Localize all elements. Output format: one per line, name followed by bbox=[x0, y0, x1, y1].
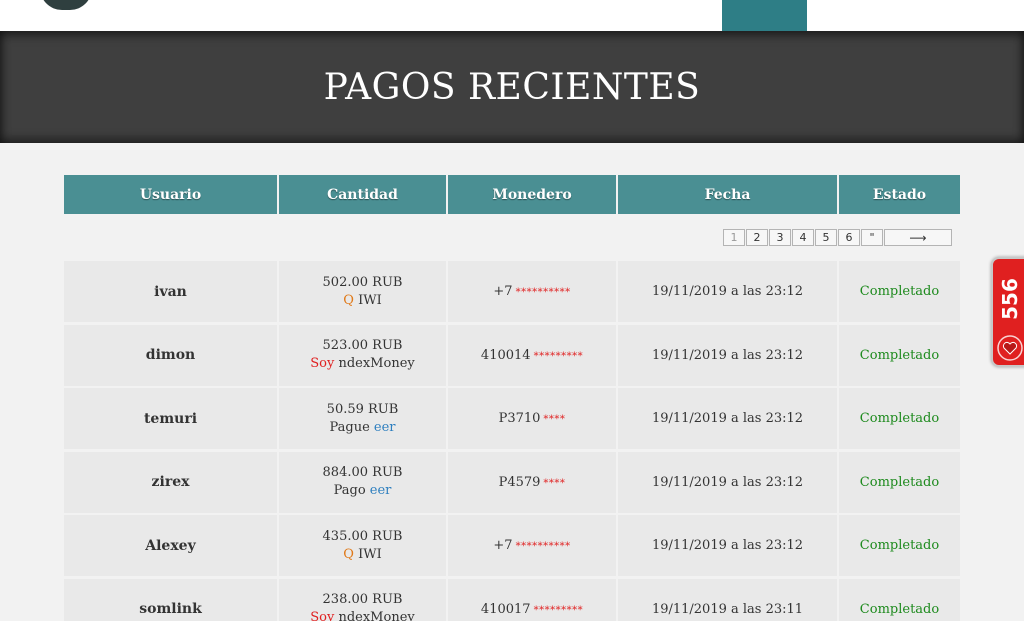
column-header-wallet: Monedero bbox=[448, 175, 618, 214]
cell-amount: 50.59 RUB Pague eer bbox=[279, 388, 448, 449]
table-header: Usuario Cantidad Monedero Fecha Estado bbox=[64, 175, 960, 214]
page-link-more[interactable]: " bbox=[861, 229, 883, 246]
site-logo[interactable] bbox=[40, 0, 100, 12]
payment-method-accent: Soy bbox=[310, 356, 335, 371]
payment-method: Pago eer bbox=[334, 482, 392, 500]
wallet-prefix: P3710 bbox=[498, 411, 541, 426]
payment-method-name: eer bbox=[369, 483, 392, 498]
page-title: PAGOS RECIENTES bbox=[323, 67, 701, 108]
badge-count: 556 bbox=[998, 278, 1022, 320]
page-link-3[interactable]: 3 bbox=[769, 229, 791, 246]
logo-mark-icon bbox=[40, 0, 92, 10]
cell-wallet: P3710 **** bbox=[448, 388, 618, 449]
cell-user: dimon bbox=[64, 324, 279, 386]
nav-item-active[interactable] bbox=[722, 0, 807, 31]
cell-amount: 523.00 RUB Soy ndexMoney bbox=[279, 324, 448, 386]
table-row: ivan 502.00 RUB Q IWI +7 ********** 19/11… bbox=[64, 261, 960, 322]
page-link-2[interactable]: 2 bbox=[746, 229, 768, 246]
table-row: somlink 238.00 RUB Soy ndexMoney 410017 *… bbox=[64, 578, 960, 621]
amount-value: 884.00 RUB bbox=[322, 465, 403, 480]
amount-value: 50.59 RUB bbox=[326, 401, 399, 417]
wallet-mask: ********* bbox=[533, 604, 584, 616]
wallet-prefix: P4579 bbox=[498, 474, 541, 490]
table-row: dimon 523.00 RUB Soy ndexMoney 410014 ***… bbox=[64, 324, 960, 386]
wallet-mask: **** bbox=[543, 477, 566, 489]
cell-date: 19/11/2019 a las 23:12 bbox=[618, 388, 839, 449]
wallet-prefix: +7 bbox=[493, 538, 513, 553]
cell-date: 19/11/2019 a las 23:12 bbox=[618, 324, 839, 386]
top-navigation-bar bbox=[0, 0, 1024, 31]
wallet-mask: ********* bbox=[533, 350, 584, 362]
wallet-mask: **** bbox=[543, 414, 566, 425]
cell-status: Completado bbox=[839, 324, 960, 386]
payment-method-name: IWI bbox=[353, 546, 382, 562]
column-header-status: Estado bbox=[839, 175, 960, 214]
page-link-6[interactable]: 6 bbox=[838, 229, 860, 246]
cell-date: 19/11/2019 a las 23:12 bbox=[618, 451, 839, 513]
payment-method-accent: Pago bbox=[333, 483, 370, 498]
cell-status: Completado bbox=[839, 261, 960, 322]
cell-date: 19/11/2019 a las 23:11 bbox=[618, 578, 839, 621]
pagination: 1 2 3 4 5 6 " ⟶ bbox=[723, 229, 952, 246]
column-header-date: Fecha bbox=[618, 175, 839, 214]
table-row: Alexey 435.00 RUB Q IWI +7 ********** 19/… bbox=[64, 515, 960, 576]
cell-wallet: +7 ********** bbox=[448, 515, 618, 576]
cell-user: ivan bbox=[64, 261, 279, 322]
cell-amount: 238.00 RUB Soy ndexMoney bbox=[279, 578, 448, 621]
heart-icon bbox=[997, 335, 1023, 361]
payment-method-accent: Pague bbox=[329, 419, 374, 435]
cell-date: 19/11/2019 a las 23:12 bbox=[618, 261, 839, 322]
wallet-mask: ********** bbox=[515, 541, 571, 552]
payment-method-name: ndexMoney bbox=[334, 610, 415, 621]
payments-table: ivan 502.00 RUB Q IWI +7 ********** 19/11… bbox=[64, 261, 960, 621]
column-header-user: Usuario bbox=[64, 175, 279, 214]
cell-status: Completado bbox=[839, 515, 960, 576]
cell-wallet: 410014 ********* bbox=[448, 324, 618, 386]
amount-value: 238.00 RUB bbox=[322, 592, 403, 607]
payment-method-name: IWI bbox=[353, 292, 382, 308]
table-row: temuri 50.59 RUB Pague eer P3710 **** 19/… bbox=[64, 388, 960, 449]
payment-method-accent: Q bbox=[343, 546, 354, 562]
wallet-prefix: 410017 bbox=[480, 601, 531, 617]
column-header-amount: Cantidad bbox=[279, 175, 448, 214]
page-banner: PAGOS RECIENTES bbox=[0, 31, 1024, 143]
cell-user: temuri bbox=[64, 388, 279, 449]
page-link-5[interactable]: 5 bbox=[815, 229, 837, 246]
cell-wallet: P4579 **** bbox=[448, 451, 618, 513]
cell-status: Completado bbox=[839, 388, 960, 449]
cell-user: zirex bbox=[64, 451, 279, 513]
payment-method-accent: Q bbox=[343, 292, 354, 308]
cell-wallet: +7 ********** bbox=[448, 261, 618, 322]
side-counter-badge[interactable]: 556 bbox=[991, 257, 1024, 367]
wallet-mask: ********** bbox=[515, 287, 571, 298]
cell-user: somlink bbox=[64, 578, 279, 621]
cell-status: Completado bbox=[839, 451, 960, 513]
cell-amount: 435.00 RUB Q IWI bbox=[279, 515, 448, 576]
wallet-prefix: 410014 bbox=[480, 347, 531, 363]
payment-method-name: ndexMoney bbox=[334, 356, 415, 371]
wallet-prefix: +7 bbox=[493, 284, 513, 299]
amount-value: 523.00 RUB bbox=[322, 338, 403, 353]
cell-amount: 884.00 RUB Pago eer bbox=[279, 451, 448, 513]
payment-method: Q IWI bbox=[343, 546, 381, 564]
payment-method-accent: Soy bbox=[310, 610, 335, 621]
amount-value: 435.00 RUB bbox=[322, 528, 403, 544]
cell-date: 19/11/2019 a las 23:12 bbox=[618, 515, 839, 576]
payment-method: Pague eer bbox=[329, 419, 395, 437]
payment-method: Soy ndexMoney bbox=[310, 609, 414, 621]
cell-status: Completado bbox=[839, 578, 960, 621]
page-link-4[interactable]: 4 bbox=[792, 229, 814, 246]
page-link-1[interactable]: 1 bbox=[723, 229, 745, 246]
cell-user: Alexey bbox=[64, 515, 279, 576]
payment-method: Soy ndexMoney bbox=[310, 355, 414, 373]
payment-method-name: eer bbox=[373, 419, 396, 435]
amount-value: 502.00 RUB bbox=[322, 274, 403, 290]
next-page-button[interactable]: ⟶ bbox=[884, 229, 952, 246]
payment-method: Q IWI bbox=[343, 292, 381, 310]
cell-amount: 502.00 RUB Q IWI bbox=[279, 261, 448, 322]
table-row: zirex 884.00 RUB Pago eer P4579 **** 19/1… bbox=[64, 451, 960, 513]
cell-wallet: 410017 ********* bbox=[448, 578, 618, 621]
